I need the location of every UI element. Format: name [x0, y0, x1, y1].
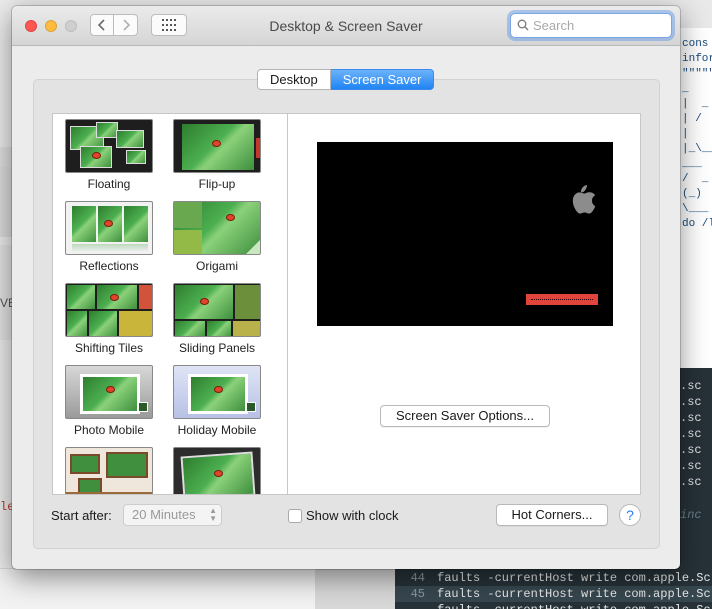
- show-with-clock-checkbox[interactable]: [288, 509, 302, 523]
- background-code-line: ___: [682, 158, 702, 170]
- terminal-line: 45 faults -currentHost write com.apple.Sc: [395, 586, 712, 602]
- background-code-line: / _ \: [682, 173, 709, 185]
- terminal-line-number: 45: [410, 587, 425, 601]
- saver-thumbnail: [173, 201, 261, 255]
- saver-label: Origami: [195, 259, 238, 273]
- titlebar: Desktop & Screen Saver: [12, 6, 680, 46]
- saver-label: Holiday Mobile: [177, 423, 257, 437]
- saver-thumbnail: [173, 119, 261, 173]
- terminal-line-number: 44: [410, 571, 425, 585]
- apple-logo-icon: [572, 185, 596, 214]
- saver-label: Sliding Panels: [178, 341, 256, 355]
- help-button[interactable]: ?: [619, 504, 641, 526]
- tab-screen-saver[interactable]: Screen Saver: [330, 69, 435, 90]
- saver-thumbnail: [65, 365, 153, 419]
- terminal-code: .sc: [680, 379, 702, 393]
- saver-thumbnail: [65, 283, 153, 337]
- terminal-code: .sc: [680, 411, 702, 425]
- terminal-code: .sc: [680, 475, 702, 489]
- background-code-line: \___: [682, 203, 709, 215]
- saver-label: Photo Mobile: [73, 423, 145, 437]
- back-button[interactable]: [90, 14, 114, 36]
- terminal-code: .sc: [680, 427, 702, 441]
- saver-label: Flip-up: [198, 177, 236, 191]
- terminal-code: .sc: [680, 459, 702, 473]
- terminal-code: faults -currentHost write com.apple.Sc: [437, 602, 711, 609]
- saver-thumbnail: [65, 119, 153, 173]
- terminal-code: faults -currentHost write com.apple.Sc: [437, 571, 711, 585]
- background-code-line: | / _: [682, 113, 702, 125]
- search-input[interactable]: [533, 17, 667, 34]
- start-after-select[interactable]: 20 Minutes ▲ ▼: [123, 504, 222, 526]
- background-bottom-panel: [0, 568, 395, 609]
- preferences-window: Desktop & Screen Saver De: [12, 6, 680, 569]
- tab-bar: Desktop Screen Saver: [257, 69, 435, 90]
- background-code-line: _: [682, 83, 689, 95]
- search-icon: [517, 19, 529, 31]
- start-after-label: Start after:: [51, 508, 112, 523]
- background-code-line: infor: [682, 53, 712, 65]
- search-field[interactable]: [510, 13, 672, 38]
- terminal-code: faults -currentHost write com.apple.Sc: [437, 587, 711, 601]
- start-after-value: 20 Minutes: [132, 507, 196, 522]
- saver-thumbnail: [173, 365, 261, 419]
- background-code-line: | _: [682, 98, 709, 110]
- terminal-code: .sc: [680, 395, 702, 409]
- show-with-clock-label[interactable]: Show with clock: [306, 508, 398, 523]
- background-code-line: cons: [682, 38, 709, 50]
- background-code-line: (_): [682, 188, 702, 200]
- terminal-comment-text: inc: [680, 508, 702, 522]
- saver-thumbnail: [173, 283, 261, 337]
- background-code-line: |_\__: [682, 143, 712, 155]
- background-code-line: | |: [682, 128, 689, 140]
- screen-saver-options-button[interactable]: Screen Saver Options...: [380, 405, 550, 427]
- preview-message-bar: [526, 294, 598, 305]
- chevron-left-icon: [97, 19, 105, 31]
- tab-desktop[interactable]: Desktop: [257, 69, 331, 90]
- grid-icon: [162, 19, 176, 31]
- background-block: [315, 569, 395, 609]
- stepper-arrows-icon: ▲ ▼: [209, 506, 217, 523]
- background-editor: cons infor """""" _ | _ | / _ | | |_\__ ___ / _ \…: [680, 28, 712, 368]
- screen-saver-list[interactable]: Floating Flip-up Reflections Origami Shi…: [52, 113, 288, 495]
- saver-label: Shifting Tiles: [74, 341, 144, 355]
- chevron-right-icon: [122, 19, 130, 31]
- hot-corners-button[interactable]: Hot Corners...: [496, 504, 608, 526]
- saver-label: Floating: [87, 177, 131, 191]
- saver-thumbnail: [65, 447, 153, 494]
- background-code-line: do /l: [682, 218, 712, 230]
- saver-thumbnail: [65, 201, 153, 255]
- saver-label: Reflections: [79, 259, 139, 273]
- screen-saver-preview[interactable]: [317, 142, 613, 326]
- forward-button[interactable]: [114, 14, 138, 36]
- terminal-code: .sc: [680, 443, 702, 457]
- background-code-line: """""": [682, 68, 712, 80]
- saver-thumbnail: [173, 447, 261, 494]
- show-all-button[interactable]: [151, 14, 187, 36]
